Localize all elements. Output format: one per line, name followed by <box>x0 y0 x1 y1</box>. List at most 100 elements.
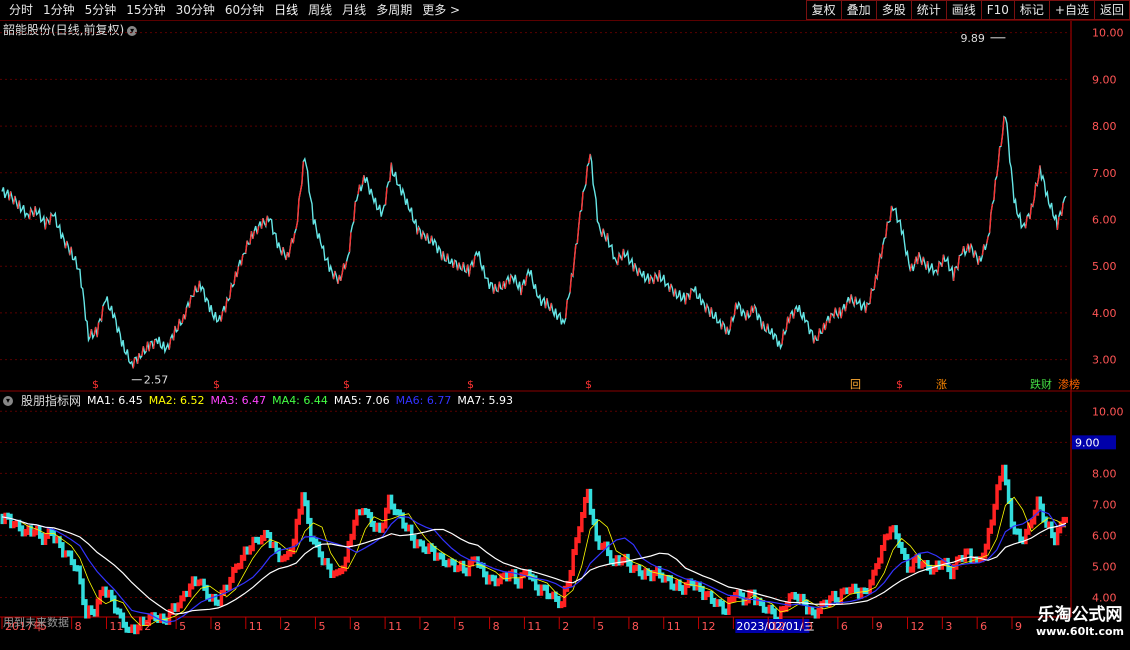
price-up-segment <box>64 240 68 249</box>
period-tab-4[interactable]: 30分钟 <box>171 0 220 20</box>
price-up-segment <box>952 267 956 281</box>
indicator-header: ▾ 股朋指标网 MA1: 6.45 MA2: 6.52 MA3: 6.47 MA4: … <box>3 392 513 409</box>
price-up-segment <box>788 313 792 324</box>
main-y-tick: 6.00 <box>1092 214 1117 227</box>
price-up-segment <box>941 254 945 267</box>
price-up-segment <box>256 226 260 235</box>
price-up-segment <box>389 162 392 182</box>
price-up-segment <box>725 326 728 335</box>
tool-button-0[interactable]: 复权 <box>805 0 842 20</box>
tool-button-3[interactable]: 统计 <box>910 0 947 20</box>
ind-y-tick: 6.00 <box>1092 529 1117 542</box>
x-tick-label: 11 <box>109 620 123 633</box>
period-tab-0[interactable]: 分时 <box>4 0 38 20</box>
ma-value-1: 6.45 <box>118 394 143 407</box>
price-up-segment <box>1037 165 1041 178</box>
signal-marker: 回 <box>850 378 861 391</box>
price-up-segment <box>877 254 881 266</box>
x-tick-label: 9 <box>876 620 883 633</box>
period-tab-7[interactable]: 周线 <box>303 0 337 20</box>
ma-value-6: 6.77 <box>426 394 452 407</box>
ma-label-7: MA7: 5.93 <box>457 394 514 407</box>
price-up-segment <box>441 251 444 261</box>
current-price-tag-text: 9.00 <box>1075 436 1100 449</box>
price-up-segment <box>224 298 228 313</box>
price-up-segment <box>184 307 188 320</box>
price-up-segment <box>990 203 994 213</box>
price-up-segment <box>824 320 828 331</box>
price-up-segment <box>668 283 672 292</box>
price-up-segment <box>648 275 652 285</box>
tool-button-1[interactable]: 叠加 <box>840 0 877 20</box>
price-up-segment <box>337 274 341 284</box>
main-y-tick: 10.00 <box>1092 27 1124 40</box>
watermark: 乐淘公式网 www.60lt.com <box>1036 600 1124 638</box>
price-up-segment <box>704 304 708 313</box>
x-tick-label: 3 <box>945 620 952 633</box>
price-up-segment <box>853 296 857 306</box>
price-up-segment <box>889 205 893 222</box>
period-tab-1[interactable]: 1分钟 <box>38 0 80 20</box>
period-tab-8[interactable]: 月线 <box>337 0 371 20</box>
price-up-segment <box>632 263 636 272</box>
price-up-segment <box>1001 116 1005 135</box>
price-up-segment <box>416 226 420 235</box>
main-y-tick: 5.00 <box>1092 260 1117 273</box>
main-y-tick: 4.00 <box>1092 307 1117 320</box>
price-up-segment <box>1024 216 1028 229</box>
signal-marker: 跌财 <box>1030 377 1052 391</box>
x-tick-label: 11 <box>388 620 402 633</box>
price-up-segment <box>621 248 625 261</box>
x-tick-label: 11 <box>527 620 541 633</box>
tool-button-7[interactable]: +自选 <box>1048 0 1095 20</box>
price-up-segment <box>33 206 36 217</box>
price-up-segment <box>605 233 609 242</box>
price-up-segment <box>544 298 548 309</box>
price-up-segment <box>452 260 456 269</box>
x-tick-label: 2 <box>423 620 430 633</box>
price-up-segment <box>492 283 496 294</box>
price-up-segment <box>244 240 248 254</box>
price-up-segment <box>361 175 365 185</box>
x-tick-label: 6 <box>841 620 848 633</box>
period-tab-5[interactable]: 60分钟 <box>220 0 269 20</box>
price-up-segment <box>292 233 296 244</box>
main-y-tick: 7.00 <box>1092 167 1117 180</box>
price-up-segment <box>288 247 292 258</box>
period-tab-10[interactable]: 更多 > <box>417 0 465 20</box>
price-up-segment <box>752 305 756 313</box>
tool-button-5[interactable]: F10 <box>980 0 1015 20</box>
ind-y-tick: 8.00 <box>1092 467 1117 480</box>
price-up-segment <box>684 293 688 305</box>
chart-area[interactable]: 3.004.005.006.007.008.009.0010.004.005.0… <box>0 21 1130 650</box>
period-tab-2[interactable]: 5分钟 <box>80 0 122 20</box>
tool-button-4[interactable]: 画线 <box>945 0 982 20</box>
period-tab-9[interactable]: 多周期 <box>371 0 417 20</box>
chevron-down-icon[interactable]: ▾ <box>3 395 13 406</box>
price-up-segment <box>913 256 917 265</box>
price-line <box>1 115 1067 369</box>
ma-value-3: 6.47 <box>241 394 267 407</box>
price-up-segment <box>749 305 753 316</box>
tool-button-8[interactable]: 返回 <box>1093 0 1130 20</box>
period-tab-6[interactable]: 日线 <box>269 0 303 20</box>
price-up-segment <box>1000 134 1004 147</box>
ma-label-3: MA3: 6.47 <box>210 394 267 407</box>
period-tab-3[interactable]: 15分钟 <box>121 0 170 20</box>
price-up-segment <box>833 307 837 318</box>
price-up-segment <box>141 346 144 357</box>
price-up-segment <box>100 305 104 321</box>
price-up-segment <box>69 246 72 256</box>
signal-marker: $ <box>92 378 99 391</box>
price-up-segment <box>720 321 724 330</box>
price-up-segment <box>89 329 93 338</box>
tool-button-6[interactable]: 标记 <box>1013 0 1050 20</box>
price-up-segment <box>193 285 196 297</box>
x-tick-label: 8 <box>353 620 360 633</box>
watermark-line1: 乐淘公式网 <box>1037 605 1123 625</box>
x-tick-label: 11 <box>249 620 263 633</box>
price-up-segment <box>48 213 52 225</box>
price-up-segment <box>8 191 12 201</box>
x-tick-label: 2 <box>144 620 151 633</box>
tool-button-2[interactable]: 多股 <box>875 0 912 20</box>
